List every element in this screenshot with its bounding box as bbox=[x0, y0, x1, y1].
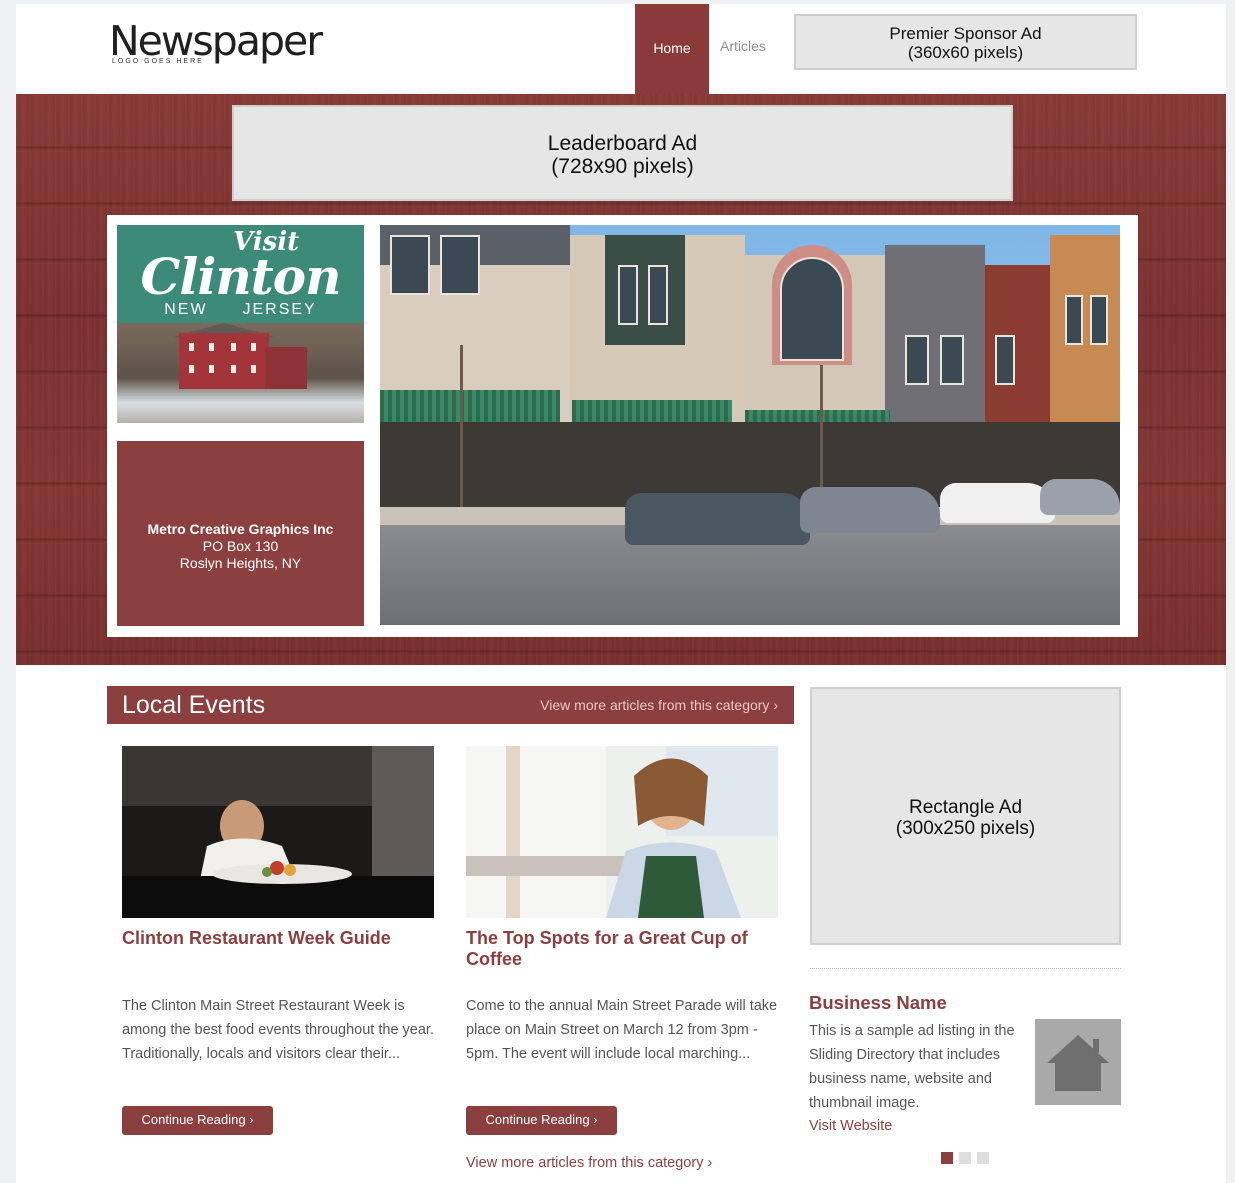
main-street-photo[interactable] bbox=[380, 225, 1120, 625]
mill-building bbox=[179, 333, 269, 389]
barista-photo-graphic bbox=[466, 746, 778, 918]
visit-website-link[interactable]: Visit Website bbox=[809, 1118, 892, 1134]
awning bbox=[380, 390, 560, 422]
leaderboard-ad[interactable]: Leaderboard Ad (728x90 pixels) bbox=[232, 105, 1013, 201]
slider-dot[interactable] bbox=[959, 1152, 971, 1164]
chef-photo[interactable] bbox=[122, 746, 434, 918]
sponsor-ad-title: Premier Sponsor Ad bbox=[889, 24, 1042, 43]
mill-window bbox=[231, 343, 236, 351]
mill-annex bbox=[265, 347, 307, 389]
building-window bbox=[648, 265, 668, 325]
chef-photo-graphic bbox=[122, 746, 434, 918]
building-window bbox=[618, 265, 638, 325]
clinton-word: Clinton bbox=[140, 247, 342, 306]
building-window bbox=[390, 235, 430, 295]
mill-window bbox=[189, 343, 194, 351]
car bbox=[625, 493, 810, 545]
nav-articles[interactable]: Articles bbox=[720, 38, 766, 54]
article-excerpt: The Clinton Main Street Restaurant Week … bbox=[122, 998, 434, 1062]
address-company: Metro Creative Graphics Inc bbox=[147, 521, 334, 537]
state-label: NEW JERSEY bbox=[117, 301, 364, 319]
slider-dot[interactable] bbox=[977, 1152, 989, 1164]
rectangle-ad-size: (300x250 pixels) bbox=[895, 818, 1036, 839]
visit-clinton-ad[interactable]: Visit Clinton NEW JERSEY bbox=[117, 225, 364, 423]
hero-featured-box: Visit Clinton NEW JERSEY Metro Creative … bbox=[107, 215, 1138, 637]
arched-window bbox=[780, 257, 844, 361]
bay-window bbox=[605, 235, 685, 345]
state-right: JERSEY bbox=[242, 301, 317, 318]
article-title[interactable]: Clinton Restaurant Week Guide bbox=[122, 928, 434, 949]
building-window bbox=[905, 335, 929, 385]
divider bbox=[810, 968, 1121, 969]
building-window bbox=[995, 335, 1015, 385]
bottom-more-link[interactable]: View more articles from this category › bbox=[466, 1155, 712, 1171]
sponsor-ad-size: (360x60 pixels) bbox=[907, 43, 1024, 62]
business-name[interactable]: Business Name bbox=[809, 992, 947, 1014]
tree bbox=[460, 345, 463, 525]
building-window bbox=[1065, 295, 1083, 345]
barista-photo[interactable] bbox=[466, 746, 778, 918]
mill-window bbox=[209, 365, 214, 373]
page: Newspaper LOGO GOES HERE Home Articles P… bbox=[16, 4, 1226, 1183]
house-icon[interactable] bbox=[1035, 1019, 1121, 1105]
mill-window bbox=[251, 365, 256, 373]
section-more-link[interactable]: View more articles from this category › bbox=[540, 697, 778, 713]
hero-banner: Leaderboard Ad (728x90 pixels) Visit Cli… bbox=[16, 94, 1226, 665]
car bbox=[800, 487, 940, 533]
mill-window bbox=[189, 365, 194, 373]
house-icon-graphic bbox=[1047, 1035, 1109, 1091]
leaderboard-ad-size: (728x90 pixels) bbox=[551, 155, 694, 178]
building-window bbox=[940, 335, 964, 385]
rectangle-ad[interactable]: Rectangle Ad (300x250 pixels) bbox=[810, 687, 1121, 945]
building-window bbox=[440, 235, 480, 295]
continue-reading-button[interactable]: Continue Reading › bbox=[466, 1106, 617, 1135]
rectangle-ad-title: Rectangle Ad bbox=[908, 797, 1023, 818]
mill-window bbox=[231, 365, 236, 373]
address-line1: PO Box 130 bbox=[202, 538, 279, 554]
building-window bbox=[1090, 295, 1108, 345]
mill-window bbox=[251, 343, 256, 351]
visit-clinton-banner: Visit Clinton NEW JERSEY bbox=[117, 225, 364, 323]
article-title[interactable]: The Top Spots for a Great Cup of Coffee bbox=[466, 928, 778, 970]
mill-window bbox=[209, 343, 214, 351]
site-logo[interactable]: Newspaper LOGO GOES HERE bbox=[109, 18, 323, 65]
state-left: NEW bbox=[164, 301, 208, 318]
premier-sponsor-ad[interactable]: Premier Sponsor Ad (360x60 pixels) bbox=[794, 14, 1137, 70]
slider-dot[interactable] bbox=[941, 1152, 953, 1164]
site-header: Newspaper LOGO GOES HERE Home Articles P… bbox=[16, 4, 1226, 94]
section-header-local-events: Local Events View more articles from thi… bbox=[107, 686, 794, 724]
continue-reading-button[interactable]: Continue Reading › bbox=[122, 1106, 273, 1135]
address-line2: Roslyn Heights, NY bbox=[179, 555, 302, 571]
car bbox=[1040, 479, 1120, 515]
section-title: Local Events bbox=[122, 691, 266, 719]
address-card: Metro Creative Graphics Inc PO Box 130 R… bbox=[117, 441, 364, 626]
leaderboard-ad-title: Leaderboard Ad bbox=[547, 132, 698, 155]
nav-home[interactable]: Home bbox=[635, 4, 709, 94]
car bbox=[940, 483, 1055, 523]
business-description: This is a sample ad listing in the Slidi… bbox=[809, 1023, 1015, 1111]
article-excerpt: Come to the annual Main Street Parade wi… bbox=[466, 998, 778, 1062]
red-mill-photo bbox=[117, 323, 364, 423]
